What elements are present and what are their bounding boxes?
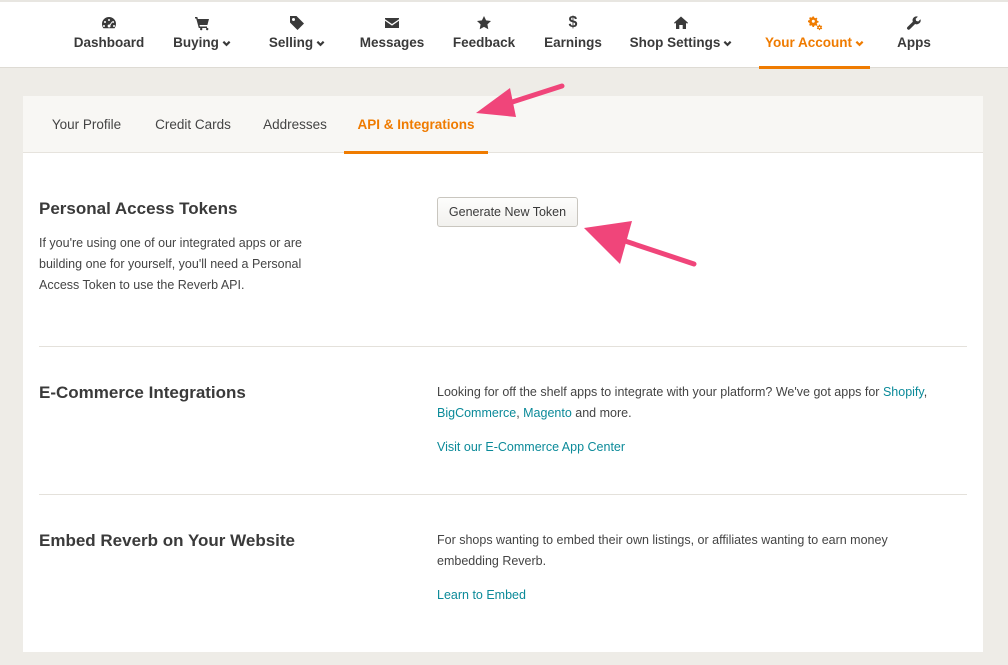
nav-label: Your Account (765, 35, 852, 50)
nav-label: Selling (268, 35, 314, 50)
nav-label: Earnings (544, 35, 602, 50)
tab-addresses[interactable]: Addresses (251, 96, 339, 153)
dashboard-icon (99, 15, 119, 31)
ecommerce-app-center-link[interactable]: Visit our E-Commerce App Center (437, 440, 625, 454)
shopify-link[interactable]: Shopify (883, 385, 924, 399)
personal-access-tokens-description: If you're using one of our integrated ap… (39, 236, 302, 292)
section-divider (39, 346, 967, 347)
envelope-icon (382, 15, 402, 31)
learn-to-embed-link[interactable]: Learn to Embed (437, 588, 526, 602)
ecommerce-outro-text: and more. (575, 406, 632, 420)
account-card: Your Profile Credit Cards Addresses API … (23, 96, 983, 652)
star-icon (474, 15, 494, 31)
top-navigation: Dashboard Buying Selling Messages Feedba… (0, 0, 1008, 69)
embed-reverb-title: Embed Reverb on Your Website (39, 531, 296, 550)
ecommerce-integrations-text: Looking for off the shelf apps to integr… (437, 385, 928, 420)
nav-item-earnings[interactable]: $ Earnings (542, 2, 604, 68)
home-icon (671, 15, 691, 31)
nav-label: Feedback (452, 35, 516, 50)
nav-label: Shop Settings (629, 35, 721, 50)
ecommerce-intro-text: Looking for off the shelf apps to integr… (437, 385, 880, 399)
nav-label: Apps (897, 35, 931, 50)
gears-icon (805, 15, 825, 31)
nav-item-buying[interactable]: Buying (169, 2, 235, 68)
generate-new-token-button[interactable]: Generate New Token (437, 197, 578, 227)
tab-credit-cards[interactable]: Credit Cards (142, 96, 244, 153)
annotation-arrow-icon (476, 83, 565, 117)
nav-label: Buying (173, 35, 219, 50)
nav-label: Dashboard (73, 35, 145, 50)
wrench-icon (904, 15, 924, 31)
embed-reverb-text: For shops wanting to embed their own lis… (437, 533, 888, 568)
nav-label: Messages (359, 35, 425, 50)
dollar-icon: $ (568, 14, 578, 31)
nav-item-dashboard[interactable]: Dashboard (73, 2, 145, 68)
section-divider (39, 494, 967, 495)
chevron-down-icon (222, 39, 231, 48)
chevron-down-icon (723, 39, 732, 48)
bigcommerce-link[interactable]: BigCommerce (437, 406, 516, 420)
nav-item-shop-settings[interactable]: Shop Settings (628, 2, 734, 68)
nav-item-messages[interactable]: Messages (358, 2, 426, 68)
nav-item-selling[interactable]: Selling (262, 2, 332, 68)
tag-icon (287, 15, 307, 31)
nav-item-your-account[interactable]: Your Account (759, 2, 870, 69)
chevron-down-icon (316, 39, 325, 48)
personal-access-tokens-title: Personal Access Tokens (39, 199, 238, 218)
magento-link[interactable]: Magento (523, 406, 572, 420)
tab-your-profile[interactable]: Your Profile (36, 96, 137, 153)
annotation-arrow-icon (584, 221, 697, 267)
cart-icon (192, 15, 212, 31)
ecommerce-integrations-title: E-Commerce Integrations (39, 383, 246, 402)
nav-item-apps[interactable]: Apps (893, 2, 935, 68)
tab-api-integrations[interactable]: API & Integrations (344, 96, 488, 154)
chevron-down-icon (855, 39, 864, 48)
nav-item-feedback[interactable]: Feedback (450, 2, 518, 68)
